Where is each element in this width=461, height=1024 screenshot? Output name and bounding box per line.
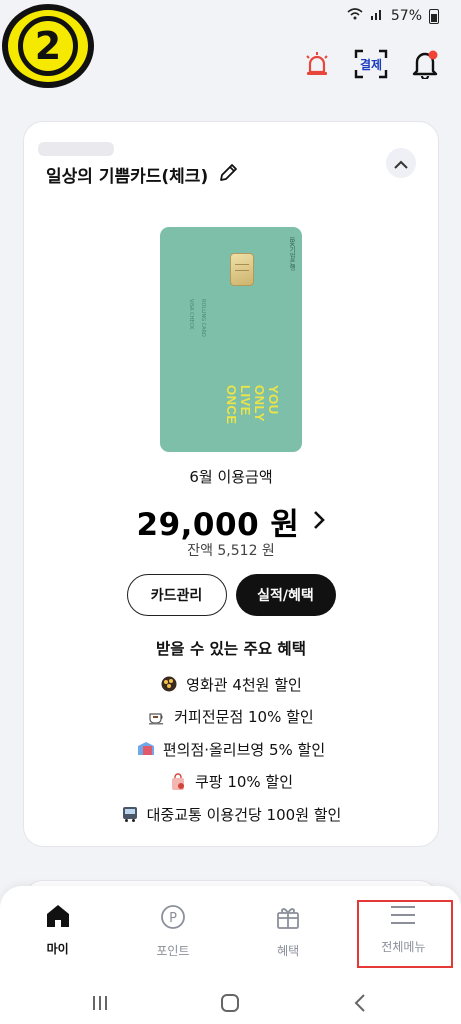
benefit-item: 영화관 4천원 할인 (24, 668, 438, 701)
bank-logo-text: IBK기업은행 (288, 237, 295, 271)
highlight-box (357, 900, 453, 968)
chevron-up-icon (394, 154, 408, 173)
nav-label-point: 포인트 (156, 944, 190, 958)
pencil-icon[interactable] (218, 163, 238, 187)
shopping-bag-icon (169, 773, 187, 791)
nav-item-benefit[interactable]: 혜택 (231, 886, 346, 980)
scan-frame-icon: 결제 (354, 49, 388, 79)
home-button-icon[interactable] (215, 988, 245, 1018)
card-tagline: YOU ONLY LIVE ONCE (224, 385, 281, 425)
recent-apps-icon[interactable] (85, 988, 115, 1018)
card-chip-icon (230, 253, 254, 286)
step-number-badge: 2 (2, 4, 94, 88)
header-actions: 결제 (299, 46, 443, 82)
benefit-item: 쿠팡 10% 할인 (24, 766, 438, 799)
battery-icon (429, 8, 439, 24)
benefit-item: 커피전문점 10% 할인 (24, 701, 438, 734)
chevron-right-icon (313, 510, 326, 534)
pay-button[interactable]: 결제 (353, 46, 389, 82)
benefit-title: 받을 수 있는 주요 혜택 (156, 640, 306, 658)
gift-icon (275, 904, 301, 934)
card-panel: 일상의 기쁨카드(체크) IBK기업은행 VISA CHECK ROLLING … (23, 121, 439, 847)
bell-icon[interactable] (407, 46, 443, 82)
step-number: 2 (18, 16, 78, 76)
balance-text: 잔액 5,512 원 (187, 543, 275, 559)
benefit-item: 대중교통 이용건당 100원 할인 (24, 798, 438, 831)
status-icons: 57% (347, 8, 439, 24)
nav-item-my[interactable]: 마이 (0, 886, 115, 980)
store-icon (137, 740, 155, 758)
nav-label-benefit: 혜택 (277, 944, 300, 958)
nav-label-my: 마이 (46, 942, 69, 956)
card-fine-print: VISA CHECK (188, 299, 194, 330)
wifi-icon (347, 8, 363, 24)
card-fine-print-2: ROLLING CARD (200, 299, 206, 337)
usage-label: 6월 이용금액 (189, 468, 273, 486)
benefit-item: 편의점·올리브영 5% 할인 (24, 733, 438, 766)
signal-icon (370, 8, 384, 24)
siren-icon[interactable] (299, 46, 335, 82)
battery-percent: 57% (390, 8, 422, 24)
system-navigation-bar (0, 980, 461, 1024)
popcorn-icon (160, 675, 178, 693)
card-action-buttons: 카드관리 실적/혜택 (24, 574, 438, 616)
svg-text:P: P (169, 911, 177, 926)
blurred-card-number (38, 142, 114, 156)
performance-benefit-button[interactable]: 실적/혜택 (235, 574, 336, 616)
usage-amount: 29,000 원 (136, 507, 300, 543)
card-manage-button[interactable]: 카드관리 (126, 574, 227, 616)
point-icon: P (160, 904, 186, 934)
collapse-button[interactable] (386, 148, 416, 178)
bus-icon (121, 805, 139, 823)
home-icon (45, 904, 71, 932)
usage-amount-row[interactable]: 29,000 원 (24, 499, 438, 544)
card-image[interactable]: IBK기업은행 VISA CHECK ROLLING CARD YOU ONLY… (160, 227, 302, 452)
card-name: 일상의 기쁨카드(체크) (46, 167, 209, 187)
card-name-row: 일상의 기쁨카드(체크) (46, 162, 238, 187)
benefit-list: 영화관 4천원 할인 커피전문점 10% 할인 편의점·올리브영 5% 할인 쿠… (24, 668, 438, 831)
coffee-icon (148, 708, 166, 726)
pay-label: 결제 (359, 57, 383, 72)
back-icon[interactable] (345, 988, 375, 1018)
nav-item-point[interactable]: P 포인트 (115, 886, 230, 980)
